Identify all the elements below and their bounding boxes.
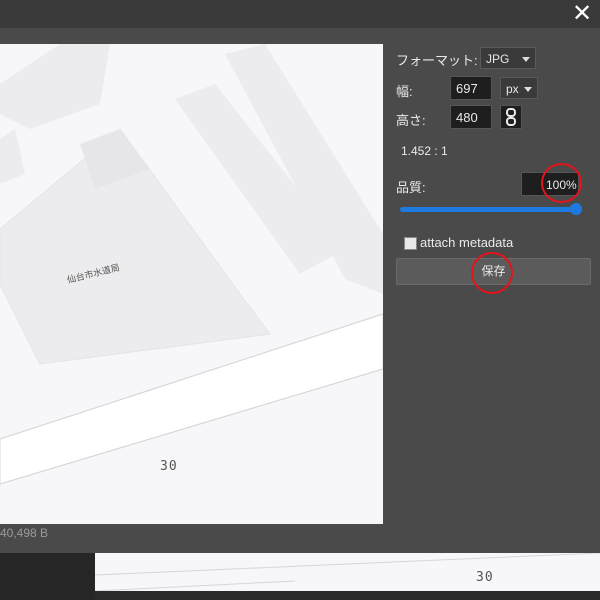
- width-label: 幅:: [396, 84, 413, 99]
- format-label: フォーマット:: [396, 53, 478, 68]
- aspect-ratio-text: 1.452 : 1: [401, 144, 448, 158]
- chevron-down-icon: [524, 87, 532, 92]
- road-number-label: 30: [160, 459, 178, 474]
- background-map: 30: [95, 553, 600, 591]
- width-input[interactable]: 697: [450, 76, 492, 100]
- aspect-lock-button[interactable]: [500, 105, 522, 129]
- unit-select[interactable]: px: [500, 77, 538, 99]
- unit-select-value: px: [506, 82, 519, 96]
- highlight-circle: [471, 252, 513, 294]
- attach-metadata-label: attach metadata: [420, 235, 514, 250]
- file-size-label: 40,498 B: [0, 526, 49, 540]
- link-icon: [506, 108, 516, 126]
- quality-slider[interactable]: [400, 207, 576, 212]
- map-preview-graphic: 仙台市水道局: [0, 44, 383, 524]
- height-label: 高さ:: [396, 113, 426, 128]
- dialog-titlebar: ✕: [0, 0, 600, 28]
- highlight-circle: [541, 163, 582, 203]
- background-road-number: 30: [476, 570, 494, 585]
- background-map-strip: 30: [0, 553, 600, 600]
- close-icon[interactable]: ✕: [570, 0, 594, 26]
- format-select[interactable]: JPG: [480, 47, 536, 69]
- attach-metadata-checkbox[interactable]: [404, 237, 417, 250]
- quality-label: 品質:: [396, 180, 426, 195]
- format-select-value: JPG: [486, 52, 510, 66]
- background-map-graphic: [95, 553, 600, 591]
- height-input[interactable]: 480: [450, 105, 492, 129]
- quality-slider-thumb[interactable]: [570, 203, 582, 215]
- background-panel: [0, 553, 95, 600]
- map-preview: 仙台市水道局: [0, 44, 383, 524]
- chevron-down-icon: [522, 57, 530, 62]
